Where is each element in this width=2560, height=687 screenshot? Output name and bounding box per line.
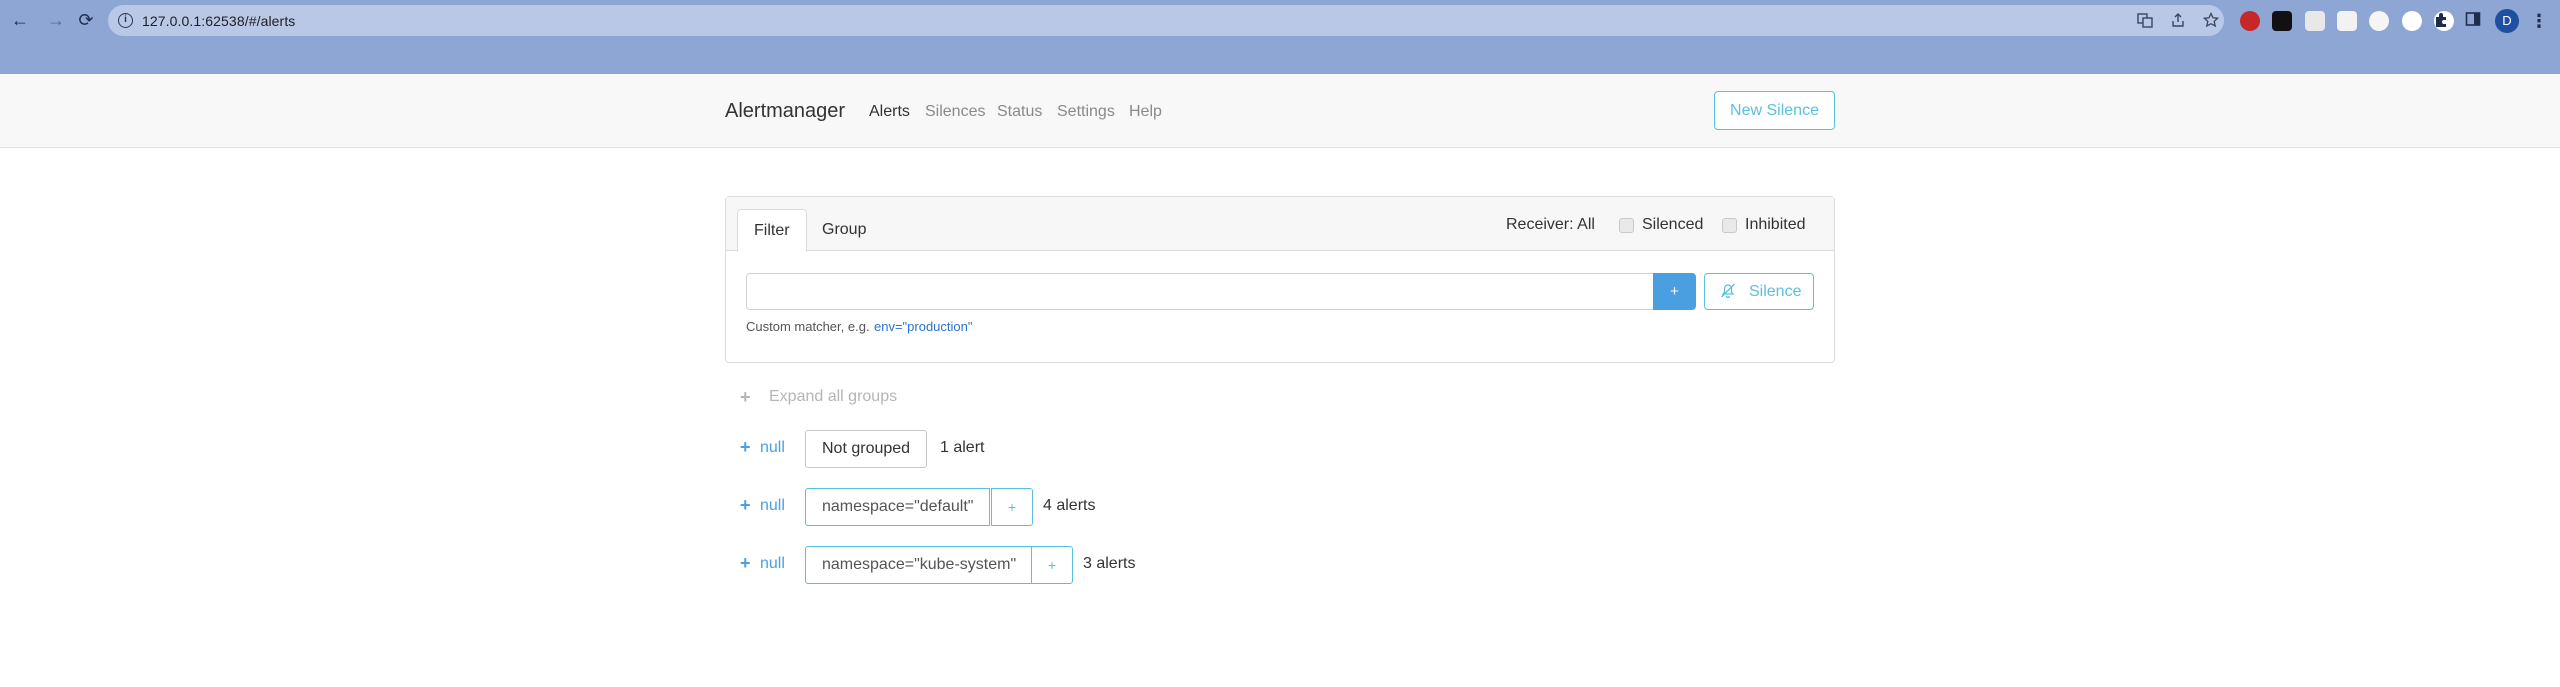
silence-button[interactable]: Silence xyxy=(1704,273,1814,310)
silenced-checkbox[interactable] xyxy=(1619,218,1634,233)
group-label-chip: Not grouped xyxy=(805,430,928,468)
plus-icon[interactable]: + xyxy=(740,553,751,574)
receiver-dropdown[interactable]: Receiver: All xyxy=(1506,216,1595,234)
plus-icon: + xyxy=(740,387,751,407)
plus-icon[interactable]: + xyxy=(740,437,751,458)
silence-button-label: Silence xyxy=(1749,283,1802,300)
plus-icon[interactable]: + xyxy=(740,495,751,516)
brand-title[interactable]: Alertmanager xyxy=(725,100,845,123)
alert-count: 3 alerts xyxy=(1083,555,1136,572)
bell-slash-icon xyxy=(1719,274,1737,309)
browser-menu-icon[interactable]: ⋮ xyxy=(2530,9,2548,33)
site-info-icon[interactable]: i xyxy=(118,13,133,28)
group-toggle[interactable]: null xyxy=(760,497,785,515)
filter-card-header: Filter Group Receiver: All Silenced Inhi… xyxy=(726,197,1834,252)
group-label-chip: namespace="default" xyxy=(805,488,991,526)
extension-red-icon[interactable] xyxy=(2240,11,2260,31)
alert-count: 1 alert xyxy=(940,439,985,456)
extensions-puzzle-icon[interactable] xyxy=(2432,11,2452,31)
alert-count: 4 alerts xyxy=(1043,497,1096,514)
extension-gray-icon[interactable] xyxy=(2337,11,2357,31)
silenced-label[interactable]: Silenced xyxy=(1642,216,1703,234)
inhibited-label[interactable]: Inhibited xyxy=(1745,216,1806,234)
nav-status[interactable]: Status xyxy=(997,103,1042,121)
filter-matcher-input[interactable] xyxy=(746,273,1654,310)
translate-icon[interactable] xyxy=(2136,12,2154,30)
extension-blue-icon[interactable] xyxy=(2402,11,2422,31)
profile-avatar[interactable]: D xyxy=(2495,9,2519,33)
back-arrow-icon[interactable]: ← xyxy=(9,9,31,31)
tab-filter[interactable]: Filter xyxy=(737,209,807,252)
expand-all-label: Expand all groups xyxy=(769,388,898,405)
browser-frame: ← → ⟳ i 127.0.0.1:62538/#/alerts D ⋮ xyxy=(0,0,2560,74)
nav-help[interactable]: Help xyxy=(1129,103,1162,121)
nav-silences[interactable]: Silences xyxy=(925,103,985,121)
nav-alerts[interactable]: Alerts xyxy=(869,103,910,121)
inhibited-checkbox[interactable] xyxy=(1722,218,1737,233)
group-toggle[interactable]: null xyxy=(760,439,785,457)
nav-settings[interactable]: Settings xyxy=(1057,103,1115,121)
browser-toolbar: ← → ⟳ i 127.0.0.1:62538/#/alerts D ⋮ xyxy=(0,0,2560,42)
app-navbar: Alertmanager Alerts Silences Status Sett… xyxy=(0,74,2560,148)
address-bar[interactable]: i 127.0.0.1:62538/#/alerts xyxy=(108,5,2224,36)
extension-circle-icon[interactable] xyxy=(2369,11,2389,31)
group-toggle[interactable]: null xyxy=(760,555,785,573)
matcher-hint-example[interactable]: env="production" xyxy=(874,319,973,334)
side-panel-icon[interactable] xyxy=(2463,11,2483,31)
forward-arrow-icon[interactable]: → xyxy=(45,9,67,31)
matcher-hint: Custom matcher, e.g. xyxy=(746,319,870,334)
add-matcher-button[interactable]: + xyxy=(1653,273,1696,310)
tab-group[interactable]: Group xyxy=(806,209,882,252)
group-label-chip: namespace="kube-system" xyxy=(805,546,1034,584)
url-text[interactable]: 127.0.0.1:62538/#/alerts xyxy=(142,13,295,29)
add-to-filter-button[interactable]: + xyxy=(991,488,1033,526)
bookmark-star-icon[interactable] xyxy=(2202,11,2220,30)
share-icon[interactable] xyxy=(2169,12,2187,30)
extension-light-icon[interactable] xyxy=(2305,11,2325,31)
extension-dark-icon[interactable] xyxy=(2272,11,2292,31)
new-silence-button[interactable]: New Silence xyxy=(1714,91,1835,130)
add-to-filter-button[interactable]: + xyxy=(1031,546,1073,584)
filter-card: Filter Group Receiver: All Silenced Inhi… xyxy=(725,196,1835,363)
reload-icon[interactable]: ⟳ xyxy=(75,9,97,31)
